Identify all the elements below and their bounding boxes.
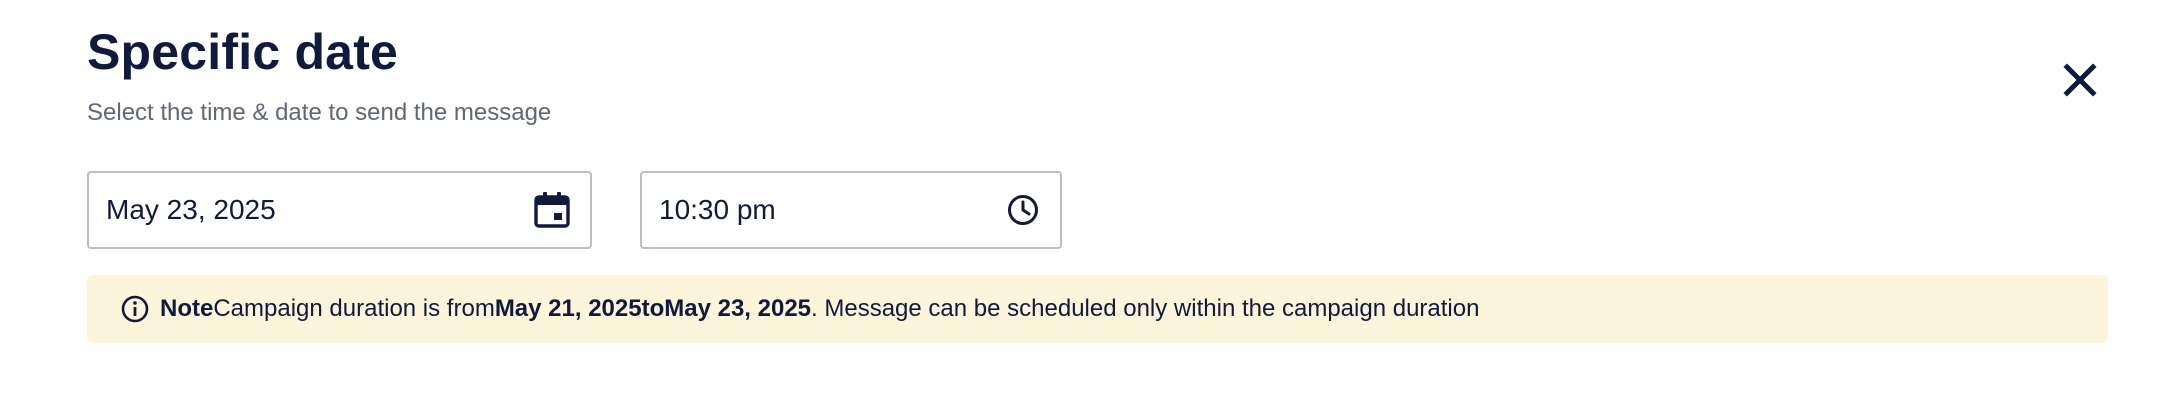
campaign-note-banner: Note Campaign duration is from May 21, 2… — [87, 275, 2108, 343]
page-subtitle: Select the time & date to send the messa… — [87, 99, 552, 126]
close-icon — [2063, 63, 2097, 97]
calendar-icon[interactable] — [532, 190, 572, 230]
time-input[interactable]: 10:30 pm — [640, 171, 1062, 249]
page-title: Specific date — [87, 24, 399, 80]
date-value: May 23, 2025 — [106, 194, 276, 225]
note-text-before: Campaign duration is from — [213, 295, 495, 322]
info-icon — [120, 294, 150, 324]
time-value: 10:30 pm — [659, 194, 776, 225]
note-text-after: . Message can be scheduled only within t… — [811, 295, 1480, 322]
note-label: Note — [160, 295, 214, 322]
clock-icon[interactable] — [1006, 193, 1040, 227]
campaign-end-date: May 23, 2025 — [664, 295, 812, 322]
close-button[interactable] — [2054, 54, 2106, 106]
note-to-text: to — [641, 295, 665, 322]
campaign-start-date: May 21, 2025 — [494, 295, 642, 322]
date-input[interactable]: May 23, 2025 — [87, 171, 592, 249]
